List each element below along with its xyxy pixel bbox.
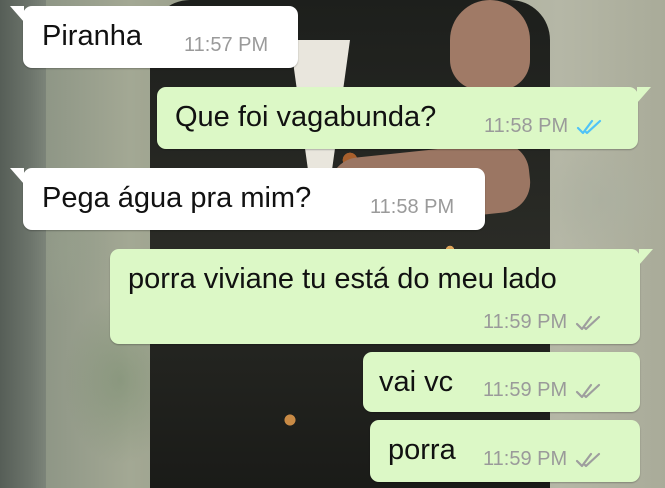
message-meta: 11:59 PM bbox=[483, 379, 603, 402]
wallpaper-hand bbox=[450, 0, 530, 90]
message-bubble-outgoing[interactable]: Que foi vagabunda? 11:58 PM bbox=[157, 87, 651, 149]
message-bubble-incoming[interactable]: Pega água pra mim? 11:58 PM bbox=[10, 168, 485, 230]
message-meta: 11:59 PM bbox=[483, 311, 603, 334]
message-text: vai vc bbox=[379, 366, 454, 398]
message-meta: 11:58 PM bbox=[370, 196, 454, 219]
message-text: Pega água pra mim? bbox=[42, 182, 312, 214]
wallpaper-wall-edge bbox=[0, 0, 46, 488]
bubble-tail bbox=[639, 249, 653, 265]
double-check-icon bbox=[576, 315, 601, 330]
message-text: porra viviane tu está do meu lado bbox=[128, 263, 557, 295]
message-time: 11:59 PM bbox=[483, 448, 568, 470]
message-meta: 11:59 PM bbox=[483, 448, 603, 471]
message-bubble-incoming[interactable]: Piranha 11:57 PM bbox=[10, 6, 298, 68]
double-check-icon bbox=[576, 383, 601, 398]
message-time: 11:57 PM bbox=[184, 34, 269, 56]
message-time: 11:58 PM bbox=[370, 196, 455, 218]
message-meta: 11:57 PM bbox=[184, 34, 268, 57]
message-bubble-outgoing[interactable]: porra viviane tu está do meu lado 11:59 … bbox=[110, 249, 653, 344]
message-bubble-outgoing[interactable]: porra 11:59 PM bbox=[370, 420, 640, 482]
message-text: porra bbox=[388, 434, 456, 466]
double-check-icon bbox=[577, 119, 602, 134]
message-text: Piranha bbox=[42, 20, 142, 52]
message-bubble-outgoing[interactable]: vai vc 11:59 PM bbox=[363, 352, 640, 412]
bubble-tail bbox=[637, 87, 651, 103]
message-text: Que foi vagabunda? bbox=[175, 101, 437, 133]
message-time: 11:58 PM bbox=[484, 115, 569, 137]
message-meta: 11:58 PM bbox=[484, 115, 604, 138]
message-time: 11:59 PM bbox=[483, 379, 568, 401]
bubble-tail bbox=[10, 6, 24, 22]
bubble-tail bbox=[10, 168, 24, 184]
double-check-icon bbox=[576, 452, 601, 467]
message-time: 11:59 PM bbox=[483, 311, 568, 333]
chat-wallpaper bbox=[0, 0, 665, 488]
